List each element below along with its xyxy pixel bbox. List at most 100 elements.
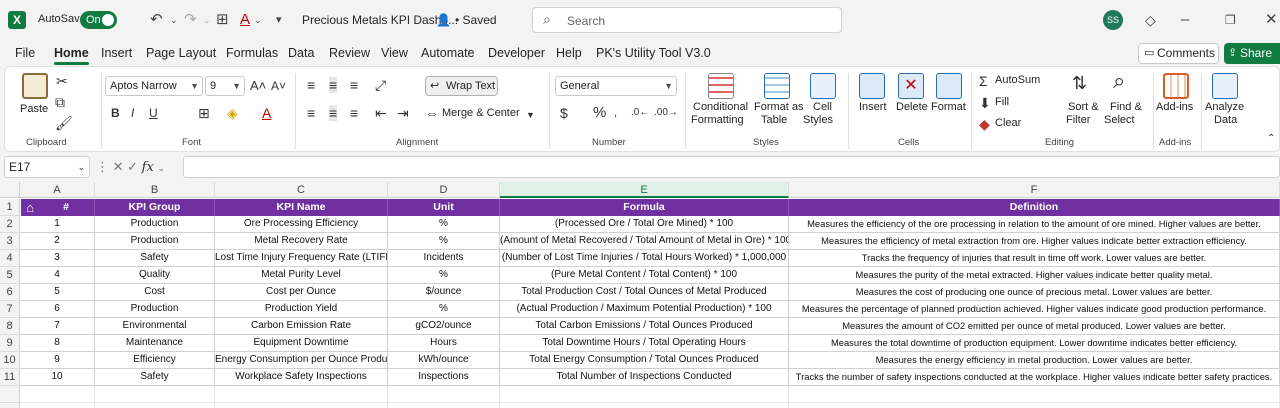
table-cell[interactable]: Metal Recovery Rate [215,233,388,250]
table-cell[interactable]: Measures the amount of CO2 emitted per o… [789,318,1280,335]
empty-cell[interactable] [20,403,95,408]
comma-style-icon[interactable]: , [614,105,617,121]
tab-help[interactable]: Help [556,46,582,60]
table-cell[interactable]: Lost Time Injury Frequency Rate (LTIFR) [215,250,388,267]
merge-center-icon[interactable]: ⇔ [425,105,439,121]
redo-dropdown-icon[interactable]: ⌄ [203,10,211,30]
align-right-icon[interactable]: ≡ [350,105,358,121]
row-header-10[interactable]: 10 [0,352,20,369]
delete-cells-icon[interactable]: ✕ [898,73,924,99]
table-cell[interactable]: Workplace Safety Inspections [215,369,388,386]
restore-icon[interactable]: ❐ [1225,10,1236,30]
empty-cell[interactable] [95,403,215,408]
align-left-icon[interactable]: ≡ [307,105,315,121]
conditional-formatting-icon[interactable] [708,73,734,99]
font-color-icon[interactable]: A [240,10,250,30]
table-cell[interactable]: (Number of Lost Time Injuries / Total Ho… [500,250,789,267]
autosave-toggle[interactable]: On [80,11,117,29]
table-cell[interactable]: Measures the efficiency of metal extract… [789,233,1280,250]
minimize-icon[interactable]: – [1181,10,1189,30]
clear-eraser-icon[interactable]: ◆ [979,116,990,132]
table-cell[interactable]: 9 [20,352,95,369]
table-cell[interactable]: Total Production Cost / Total Ounces of … [500,284,789,301]
autosum-label[interactable]: AutoSum [995,74,1040,86]
sort-filter-label-2[interactable]: Filter [1066,114,1090,126]
border-icon[interactable]: ⊞ [198,105,210,121]
font-color-dropdown-icon[interactable]: ⌄ [254,10,262,30]
increase-indent-icon[interactable]: ⇥ [397,105,409,121]
table-cell[interactable]: % [388,233,500,250]
undo-dropdown-icon[interactable]: ⌄ [170,10,178,30]
table-cell[interactable]: gCO2/ounce [388,318,500,335]
empty-cell[interactable] [500,403,789,408]
table-cell[interactable]: Tracks the number of safety inspections … [789,369,1280,386]
cut-icon[interactable]: ✂ [56,73,68,89]
table-cell[interactable]: (Amount of Metal Recovered / Total Amoun… [500,233,789,250]
cell-styles-icon[interactable] [810,73,836,99]
table-cell[interactable]: Maintenance [95,335,215,352]
align-middle-icon[interactable]: ≡ [329,77,338,93]
paste-icon[interactable] [22,73,48,99]
empty-cell[interactable] [789,403,1280,408]
italic-icon[interactable]: I [131,105,134,121]
fill-color-icon[interactable]: ◈ [227,105,238,121]
fill-label[interactable]: Fill [995,96,1009,108]
table-cell[interactable]: Total Energy Consumption / Total Ounces … [500,352,789,369]
row-header-9[interactable]: 9 [0,335,20,352]
table-header-cell[interactable]: Formula [500,199,789,216]
table-cell[interactable]: (Pure Metal Content / Total Content) * 1… [500,267,789,284]
table-cell[interactable]: % [388,267,500,284]
empty-cell[interactable] [215,386,388,403]
tab-automate[interactable]: Automate [421,46,475,60]
format-as-table-icon[interactable] [764,73,790,99]
column-header-c[interactable]: C [215,182,388,198]
row-header-2[interactable]: 2 [0,216,20,233]
empty-cell[interactable] [388,386,500,403]
add-ins-label[interactable]: Add-ins [1156,101,1193,113]
formula-input[interactable] [183,156,1280,178]
table-cell[interactable]: Cost [95,284,215,301]
table-cell[interactable]: 10 [20,369,95,386]
table-cell[interactable]: Efficiency [95,352,215,369]
fx-icon[interactable]: fx [142,160,154,175]
table-cell[interactable]: Carbon Emission Rate [215,318,388,335]
column-header-b[interactable]: B [95,182,215,198]
table-cell[interactable]: Measures the percentage of planned produ… [789,301,1280,318]
tab-page-layout[interactable]: Page Layout [146,46,216,60]
format-as-table-label-2[interactable]: Table [761,114,787,126]
column-header-a[interactable]: A [20,182,95,198]
table-cell[interactable]: 6 [20,301,95,318]
row-header-7[interactable]: 7 [0,301,20,318]
delete-cells-label[interactable]: Delete [896,101,928,113]
share-button[interactable]: ⇪ Share [1224,43,1280,64]
merge-center-label[interactable]: Merge & Center [442,107,520,119]
search-box[interactable]: ⌕ Search [532,7,842,33]
table-cell[interactable]: Measures the energy efficiency in metal … [789,352,1280,369]
empty-cell[interactable] [500,386,789,403]
decrease-indent-icon[interactable]: ⇤ [375,105,387,121]
name-box[interactable]: E17 ⌄ [4,156,90,178]
find-select-icon[interactable]: ⌕ [1113,70,1125,92]
column-header-e[interactable]: E [500,182,789,198]
font-name-combo[interactable]: Aptos Narrow ▼ [105,76,203,96]
row-header-1[interactable]: 1 [0,199,20,216]
table-cell[interactable]: Total Carbon Emissions / Total Ounces Pr… [500,318,789,335]
table-cell[interactable]: Total Downtime Hours / Total Operating H… [500,335,789,352]
table-cell[interactable]: Total Number of Inspections Conducted [500,369,789,386]
align-top-icon[interactable]: ≡ [307,77,315,93]
tab-data[interactable]: Data [288,46,314,60]
row-header-4[interactable]: 4 [0,250,20,267]
analyze-data-label-2[interactable]: Data [1214,114,1237,126]
fill-icon[interactable]: ⬇ [979,95,991,111]
collapse-ribbon-icon[interactable]: ⌃ [1267,131,1275,147]
conditional-formatting-label-1[interactable]: Conditional [693,101,748,113]
table-cell[interactable]: Hours [388,335,500,352]
table-cell[interactable]: 3 [20,250,95,267]
table-header-cell[interactable]: Unit [388,199,500,216]
table-header-cell[interactable]: KPI Group [95,199,215,216]
table-cell[interactable]: $/ounce [388,284,500,301]
tab-developer[interactable]: Developer [488,46,545,60]
table-cell[interactable]: Incidents [388,250,500,267]
increase-font-icon[interactable]: A˄ [250,78,266,94]
tab-pk-utility-tool[interactable]: PK's Utility Tool V3.0 [596,46,711,60]
